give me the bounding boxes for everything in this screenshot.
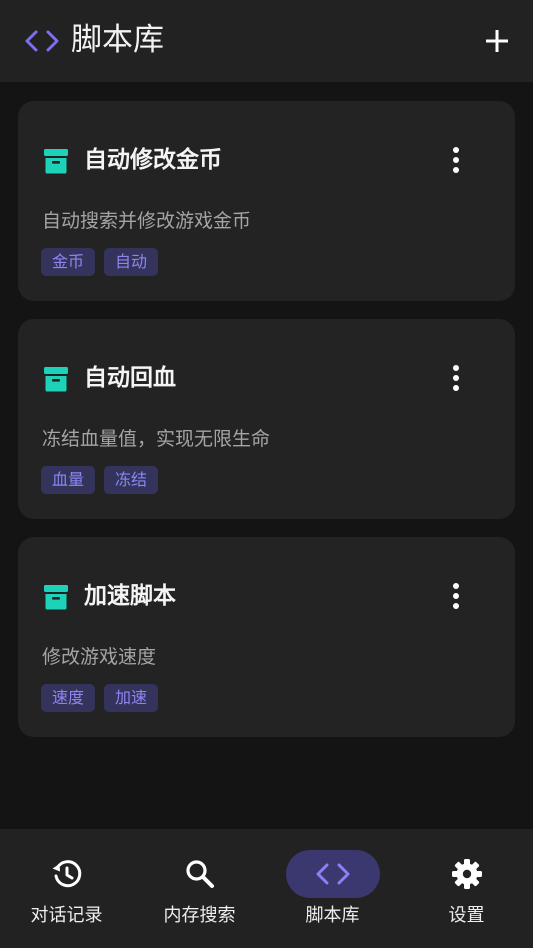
- script-title: 自动回血: [84, 365, 176, 391]
- tag-chip: 自动: [104, 248, 159, 276]
- nav-icon-container: [20, 850, 114, 898]
- more-options-button[interactable]: [441, 580, 471, 612]
- tag-list: 金币 自动: [41, 248, 159, 276]
- script-description: 自动搜索并修改游戏金币: [42, 210, 252, 232]
- plus-icon: [486, 30, 508, 52]
- nav-item-settings[interactable]: 设置: [400, 829, 533, 948]
- nav-item-chat-history[interactable]: 对话记录: [0, 829, 133, 948]
- script-description: 冻结血量值，实现无限生命: [42, 428, 271, 450]
- more-vert-icon: [453, 583, 459, 609]
- more-vert-icon: [453, 147, 459, 173]
- archive-icon: [44, 149, 68, 174]
- tag-chip: 加速: [104, 684, 159, 712]
- script-card[interactable]: 自动回血 冻结血量值，实现无限生命 血量 冻结: [18, 319, 515, 519]
- nav-icon-container: [420, 850, 514, 898]
- top-app-bar: 脚本库: [0, 0, 533, 82]
- nav-label: 对话记录: [30, 905, 103, 926]
- tag-list: 血量 冻结: [41, 466, 159, 494]
- code-icon: [25, 30, 59, 52]
- bottom-navigation: 对话记录 内存搜索 脚本库 设置: [0, 829, 533, 948]
- add-script-button[interactable]: [481, 25, 513, 57]
- nav-label: 内存搜索: [163, 905, 236, 926]
- app-root: 脚本库 自动修改金币 自动搜索并修改游戏金币 金币 自动 自动回血 冻结血量值，…: [0, 0, 533, 948]
- tag-list: 速度 加速: [41, 684, 159, 712]
- archive-icon: [44, 585, 68, 610]
- page-title: 脚本库: [71, 22, 164, 58]
- tag-chip: 血量: [41, 466, 96, 494]
- gear-icon: [451, 859, 482, 889]
- script-title: 自动修改金币: [84, 147, 222, 173]
- script-title: 加速脚本: [84, 583, 176, 609]
- search-icon: [185, 860, 214, 888]
- code-icon: [316, 863, 349, 885]
- more-options-button[interactable]: [441, 362, 471, 394]
- more-options-button[interactable]: [441, 144, 471, 176]
- tag-chip: 速度: [41, 684, 96, 712]
- nav-label: 设置: [448, 905, 485, 926]
- tag-chip: 冻结: [104, 466, 159, 494]
- history-icon: [52, 860, 81, 888]
- nav-label: 脚本库: [305, 905, 360, 926]
- nav-icon-container: [285, 850, 380, 898]
- archive-icon: [44, 367, 68, 392]
- more-vert-icon: [453, 365, 459, 391]
- nav-item-script-library[interactable]: 脚本库: [266, 829, 399, 948]
- script-card[interactable]: 加速脚本 修改游戏速度 速度 加速: [18, 537, 515, 737]
- nav-icon-container: [153, 850, 247, 898]
- nav-item-memory-search[interactable]: 内存搜索: [133, 829, 266, 948]
- script-card[interactable]: 自动修改金币 自动搜索并修改游戏金币 金币 自动: [18, 101, 515, 301]
- tag-chip: 金币: [41, 248, 96, 276]
- script-description: 修改游戏速度: [42, 646, 157, 668]
